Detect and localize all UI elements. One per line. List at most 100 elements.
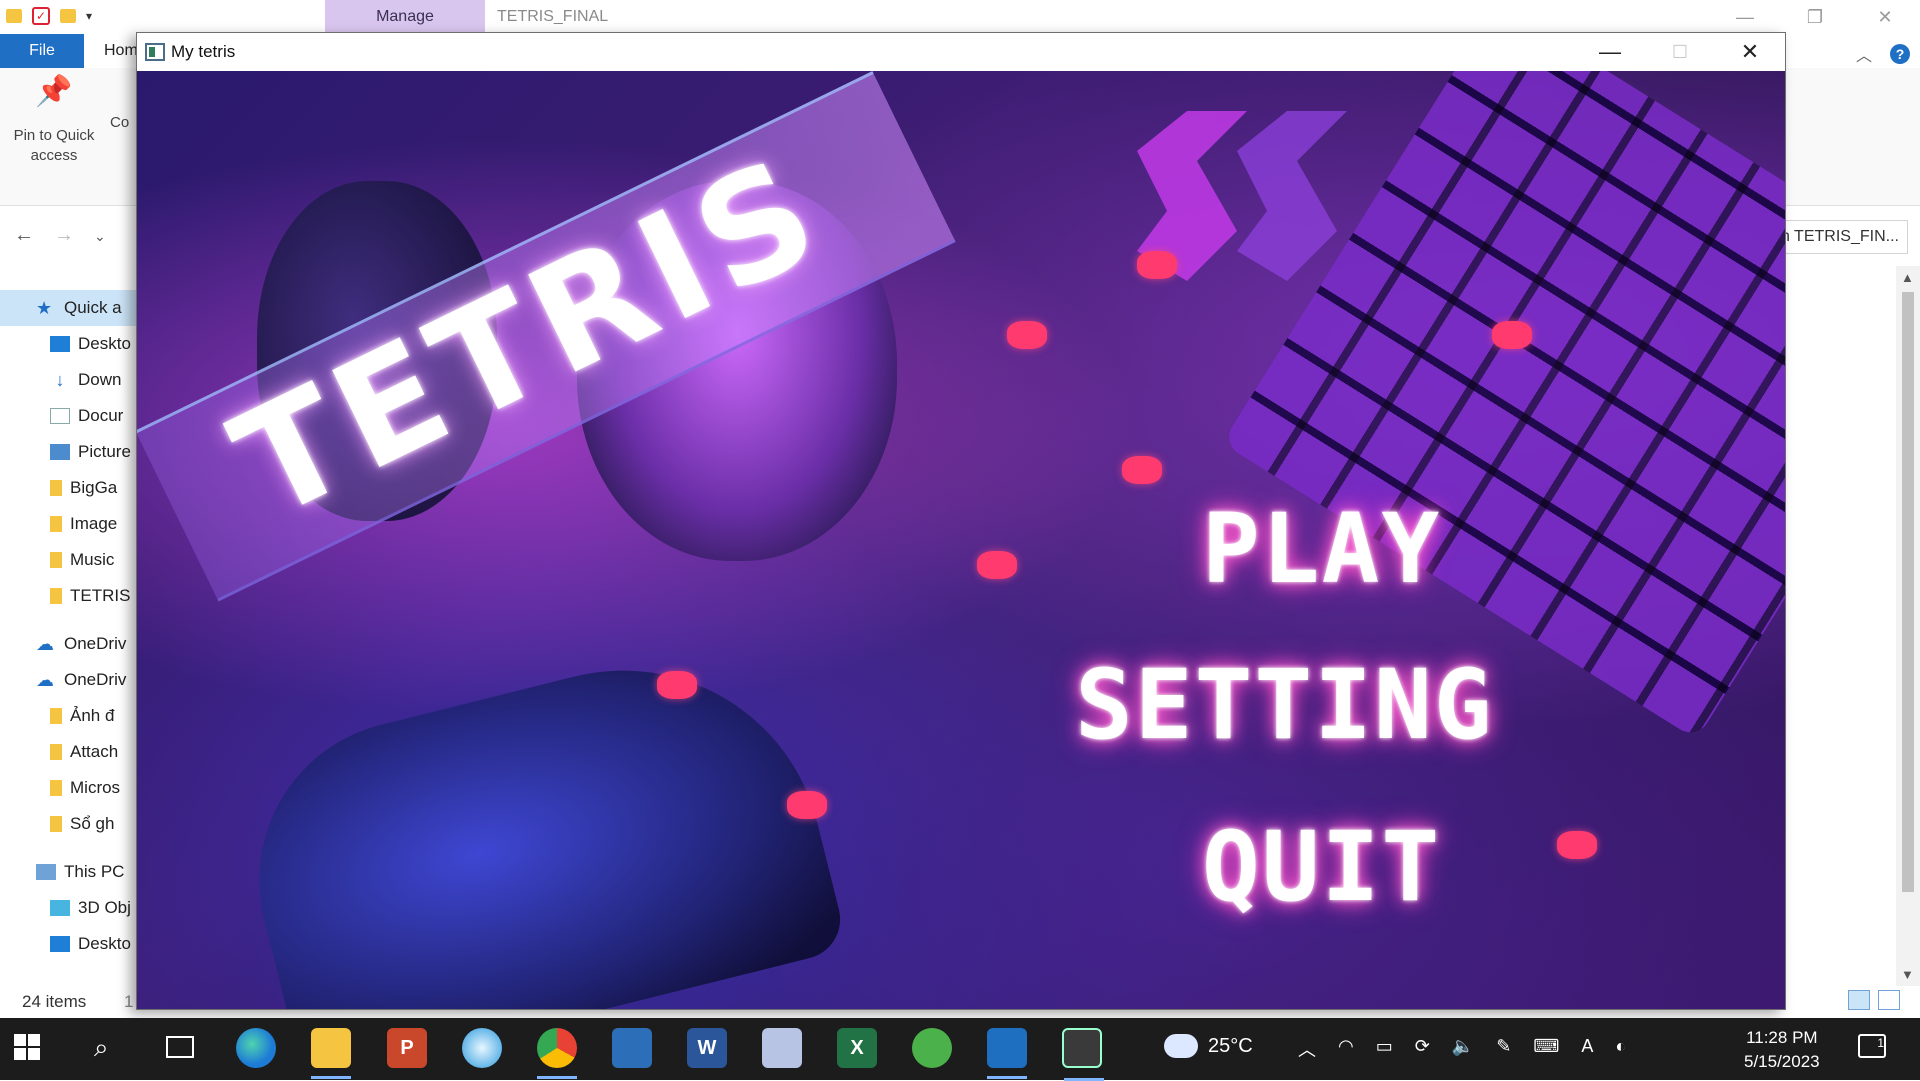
ime-mode-icon[interactable]: ◐ [1615, 1036, 1626, 1062]
chevron-decoration [1137, 111, 1347, 281]
word-icon[interactable]: W [687, 1028, 727, 1068]
vscode-icon[interactable] [987, 1028, 1027, 1079]
folder-icon[interactable] [6, 9, 22, 23]
weather-widget[interactable]: 25°C [1164, 1034, 1253, 1058]
sidebar-item[interactable]: Deskto [0, 926, 140, 962]
forward-arrow-icon[interactable]: → [54, 224, 74, 247]
sidebar-item[interactable]: ☁ OneDriv [0, 626, 140, 662]
search-icon[interactable]: ⌕ [94, 1032, 109, 1064]
sidebar-item[interactable]: Image [0, 506, 140, 542]
weather-cloud-icon [1164, 1034, 1198, 1058]
folder-icon [50, 780, 62, 796]
sidebar-item[interactable]: BigGa [0, 470, 140, 506]
sidebar-item-label: Deskto [78, 334, 131, 353]
sidebar-item[interactable]: Ảnh đ [0, 698, 140, 734]
wifi-icon[interactable]: ◠ [1338, 1036, 1354, 1062]
sidebar-item[interactable]: ↓ Down [0, 362, 140, 398]
pin-to-quick-access-button[interactable]: 📌 Pin to Quick access [6, 77, 102, 166]
sidebar-item[interactable]: ★ Quick a [0, 290, 140, 326]
edge-icon[interactable] [236, 1028, 276, 1068]
battery-icon[interactable]: ▭ [1376, 1036, 1393, 1062]
new-folder-icon[interactable] [60, 9, 76, 23]
sidebar-item-label: Deskto [78, 934, 131, 953]
pin-label: Pin to Quick access [13, 127, 95, 164]
search-input[interactable]: h TETRIS_FIN... [1772, 220, 1908, 254]
task-view-icon[interactable] [166, 1036, 194, 1058]
pen-workspace-icon[interactable]: ✎ [1496, 1036, 1511, 1062]
sidebar-item[interactable]: Picture [0, 434, 140, 470]
game-menu-canvas: TETRIS PLAY SETTING QUIT [137, 71, 1785, 1009]
tetris-app-icon[interactable] [1062, 1028, 1104, 1081]
sidebar-item[interactable]: Deskto [0, 326, 140, 362]
excel-icon[interactable]: X [837, 1028, 877, 1068]
game-app-icon[interactable] [762, 1028, 802, 1068]
tab-manage[interactable]: Manage [325, 0, 485, 34]
volume-icon[interactable]: 🔈 [1452, 1036, 1474, 1062]
sidebar-item[interactable]: Attach [0, 734, 140, 770]
details-view-icon[interactable] [1848, 990, 1870, 1010]
clock[interactable]: 11:28 PM 5/15/2023 [1744, 1026, 1820, 1074]
graduation-app-icon[interactable] [912, 1028, 952, 1068]
tab-file[interactable]: File [0, 34, 84, 68]
sidebar-item[interactable]: This PC [0, 854, 140, 890]
recent-locations-chevron-icon[interactable]: ⌄ [94, 228, 106, 247]
folder-icon [50, 588, 62, 604]
sidebar-item[interactable]: Music [0, 542, 140, 578]
notification-center-icon[interactable]: 1 [1858, 1034, 1886, 1058]
sidebar-item-label: Down [78, 370, 122, 389]
help-icon[interactable]: ? [1890, 44, 1910, 64]
chrome-icon[interactable] [537, 1028, 577, 1079]
file-explorer-icon[interactable] [311, 1028, 351, 1079]
sidebar-item[interactable]: Docur [0, 398, 140, 434]
vertical-scrollbar[interactable]: ▲ ▼ [1896, 266, 1920, 986]
sidebar-item[interactable]: ☁ OneDriv [0, 662, 140, 698]
photos-icon[interactable] [612, 1028, 652, 1068]
show-hidden-icons-chevron-icon[interactable]: ︿ [1298, 1036, 1316, 1062]
tab-home[interactable]: Hom [104, 34, 138, 68]
game-titlebar[interactable]: My tetris — ☐ ✕ [137, 33, 1785, 71]
explorer-titlebar: ✓ ▾ Manage TETRIS_FINAL — ❐ ✕ [0, 0, 1920, 34]
copy-button[interactable]: Co [110, 114, 129, 131]
large-icons-view-icon[interactable] [1878, 990, 1900, 1010]
folder-icon [50, 480, 62, 496]
sidebar-item-label: Quick a [64, 298, 122, 317]
properties-check-icon[interactable]: ✓ [32, 7, 50, 25]
sidebar-item[interactable]: Sổ gh [0, 806, 140, 842]
sidebar-item[interactable]: Micros [0, 770, 140, 806]
sidebar-item-label: TETRIS [70, 586, 131, 605]
scroll-up-icon[interactable]: ▲ [1901, 270, 1914, 285]
sidebar-item[interactable]: 3D Obj [0, 890, 140, 926]
touch-keyboard-icon[interactable]: ⌨ [1533, 1036, 1559, 1062]
minimize-button[interactable]: — [1575, 33, 1645, 71]
clock-date: 5/15/2023 [1744, 1052, 1820, 1071]
view-toggle [1848, 990, 1900, 1010]
collapse-ribbon-icon[interactable]: ︿ [1856, 42, 1872, 66]
play-button[interactable]: PLAY [1202, 493, 1441, 605]
game-window-title: My tetris [171, 42, 236, 61]
pen-app-icon[interactable] [462, 1028, 502, 1068]
start-button[interactable] [14, 1034, 40, 1060]
minimize-button[interactable]: — [1710, 0, 1780, 34]
scroll-down-icon[interactable]: ▼ [1901, 967, 1914, 982]
folder-icon [50, 552, 62, 568]
sidebar-item-label: Picture [78, 442, 131, 461]
folder-icon [50, 708, 62, 724]
quit-button[interactable]: QUIT [1202, 811, 1441, 923]
scroll-thumb[interactable] [1902, 292, 1914, 892]
input-language-icon[interactable]: A [1581, 1036, 1593, 1062]
candy-decoration [1492, 321, 1532, 349]
candy-decoration [1557, 831, 1597, 859]
sidebar-item[interactable]: TETRIS [0, 578, 140, 614]
close-button[interactable]: ✕ [1715, 33, 1785, 71]
powerpoint-icon[interactable]: P [387, 1028, 427, 1068]
update-icon[interactable]: ⟳ [1415, 1036, 1430, 1062]
close-button[interactable]: ✕ [1850, 0, 1920, 34]
setting-button[interactable]: SETTING [1075, 649, 1494, 761]
desktop-icon [50, 336, 70, 352]
weather-temperature: 25°C [1208, 1034, 1253, 1057]
customize-dropdown-icon[interactable]: ▾ [86, 9, 92, 23]
gamepad-decoration [225, 628, 849, 1009]
back-arrow-icon[interactable]: ← [14, 224, 34, 247]
ribbon-right-controls: ︿ ? [1856, 42, 1910, 66]
restore-button[interactable]: ❐ [1780, 0, 1850, 34]
